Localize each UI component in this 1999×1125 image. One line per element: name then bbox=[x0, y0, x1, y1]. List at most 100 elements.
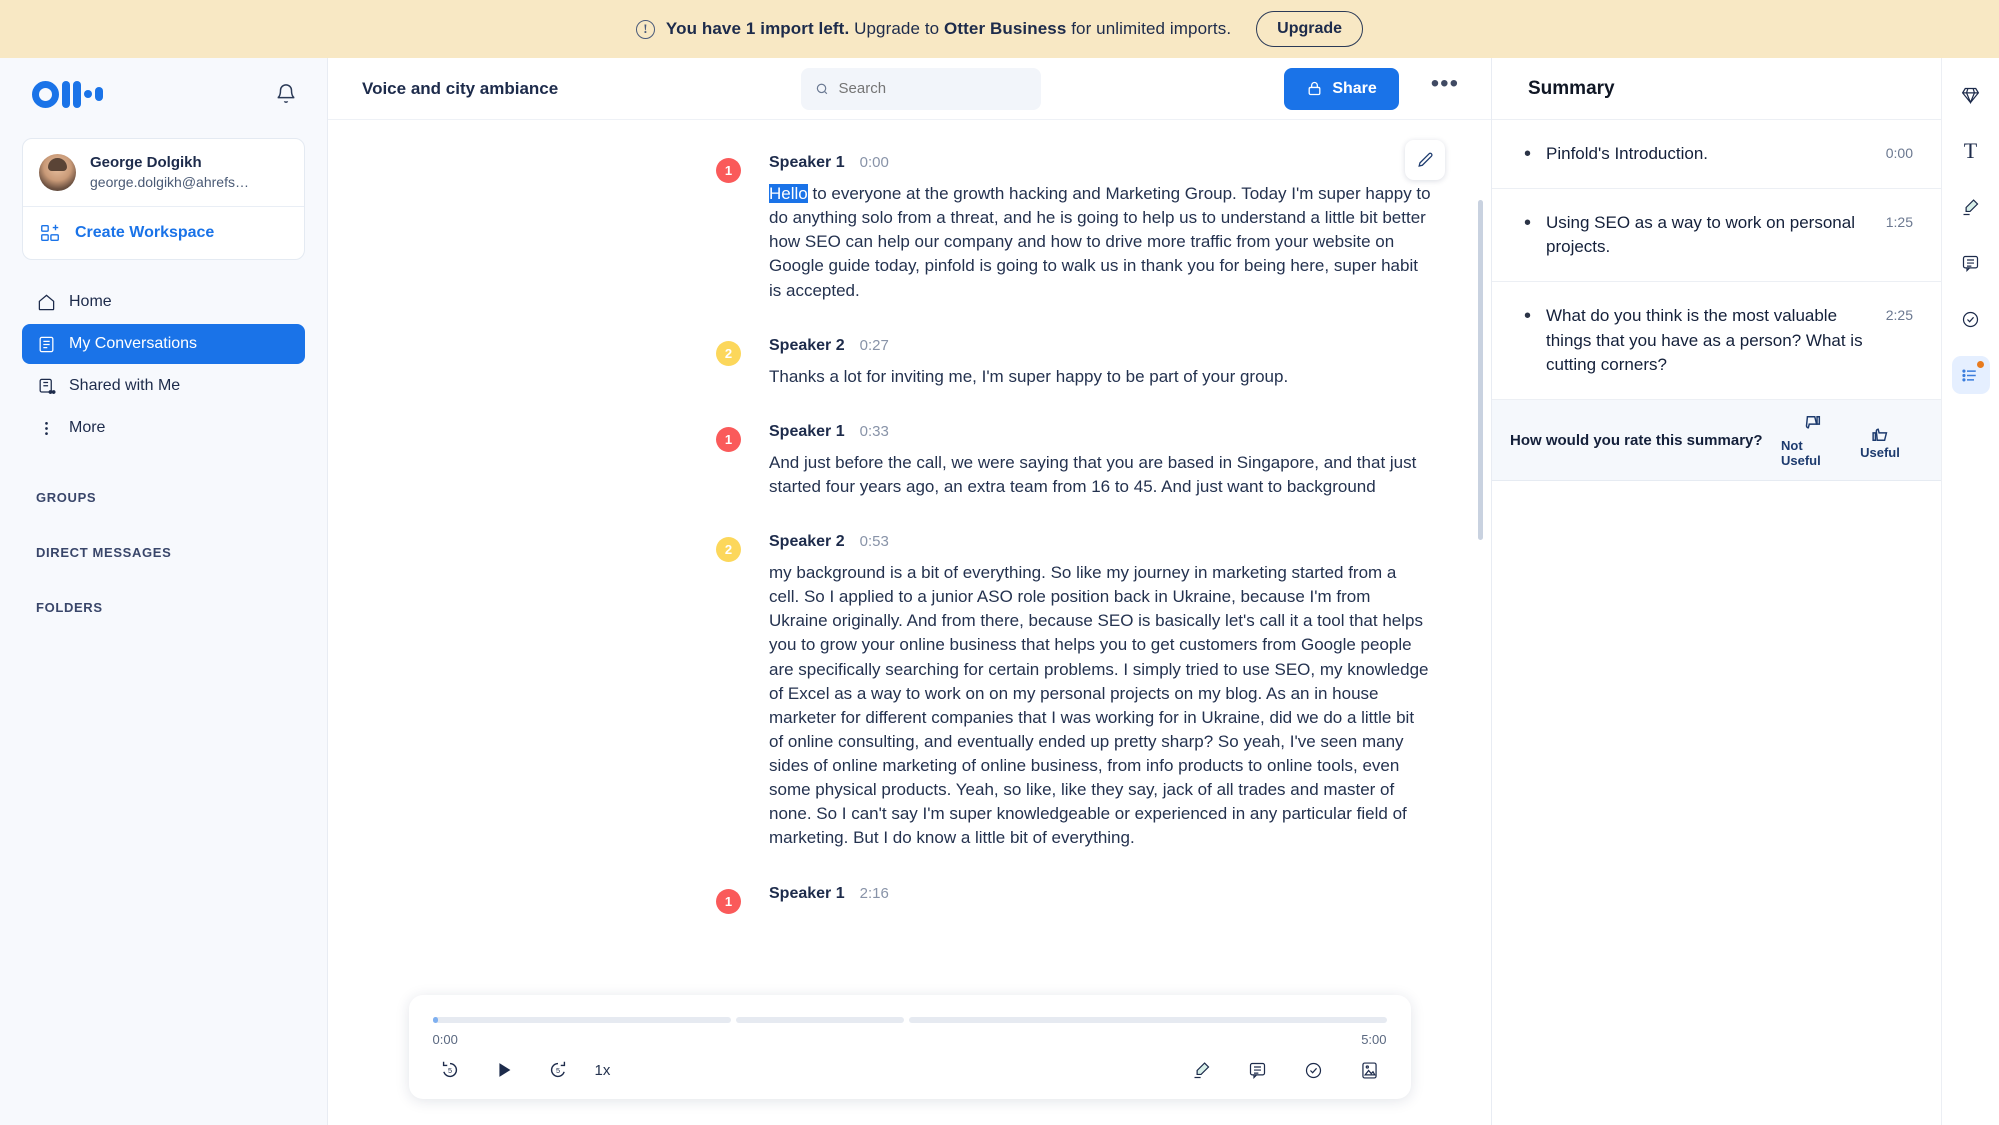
segment-text-rest: to everyone at the growth hacking and Ma… bbox=[769, 184, 1431, 300]
transcript-segment[interactable]: 1 Speaker 1 0:33 And just before the cal… bbox=[716, 423, 1431, 499]
upgrade-button[interactable]: Upgrade bbox=[1256, 11, 1364, 47]
conversations-icon bbox=[36, 334, 56, 354]
svg-text:5: 5 bbox=[447, 1066, 451, 1075]
transcript-segment[interactable]: 1 Speaker 1 2:16 bbox=[716, 885, 1431, 914]
useful-label: Useful bbox=[1860, 445, 1900, 461]
transcript-segment[interactable]: 2 Speaker 2 0:53 my background is a bit … bbox=[716, 533, 1431, 851]
segment-header: Speaker 2 0:27 bbox=[769, 337, 1431, 355]
segment-text[interactable]: And just before the call, we were saying… bbox=[769, 451, 1431, 499]
comment-icon[interactable] bbox=[1952, 244, 1990, 282]
segment-text[interactable]: Hello to everyone at the growth hacking … bbox=[769, 182, 1431, 303]
sidebar-item-home-label: Home bbox=[69, 293, 112, 311]
track-segment-3[interactable] bbox=[908, 1017, 1387, 1023]
segment-timestamp[interactable]: 0:27 bbox=[860, 337, 889, 354]
sidebar-item-my-conversations[interactable]: My Conversations bbox=[22, 324, 305, 365]
shared-icon bbox=[36, 376, 56, 396]
otter-logo[interactable] bbox=[22, 80, 103, 108]
sidebar-top bbox=[22, 58, 305, 120]
summary-panel: Summary • Pinfold's Introduction. 0:00 •… bbox=[1491, 58, 1941, 1125]
app-root: ! You have 1 import left. Upgrade to Ott… bbox=[0, 0, 1999, 1125]
bullet-icon: • bbox=[1524, 212, 1532, 235]
segment-text[interactable]: my background is a bit of everything. So… bbox=[769, 561, 1431, 851]
player-track[interactable] bbox=[432, 1017, 1387, 1023]
create-workspace-button[interactable]: Create Workspace bbox=[23, 207, 304, 259]
segment-body: Speaker 1 2:16 bbox=[769, 885, 1431, 914]
summary-item-time[interactable]: 1:25 bbox=[1886, 214, 1913, 230]
action-item-icon[interactable] bbox=[1297, 1053, 1331, 1087]
segment-body: Speaker 1 0:33 And just before the call,… bbox=[769, 423, 1431, 499]
summary-item[interactable]: • Pinfold's Introduction. 0:00 bbox=[1492, 120, 1941, 190]
notification-bell-icon[interactable] bbox=[275, 83, 305, 105]
sidebar-item-shared-with-me[interactable]: Shared with Me bbox=[22, 366, 305, 406]
banner-text-brand: Otter Business bbox=[944, 19, 1067, 38]
summary-item-time[interactable]: 0:00 bbox=[1886, 145, 1913, 161]
pencil-edit-icon[interactable] bbox=[1405, 140, 1445, 180]
text-format-icon[interactable]: T bbox=[1952, 132, 1990, 170]
banner-text-end: for unlimited imports. bbox=[1066, 19, 1232, 38]
user-profile-row[interactable]: George Dolgikh george.dolgikh@ahrefs… bbox=[23, 139, 304, 206]
sidebar-nav: Home My Conversations Shared with Me Mor… bbox=[22, 282, 305, 450]
logo-bar-1 bbox=[62, 80, 70, 108]
speaker-name[interactable]: Speaker 2 bbox=[769, 533, 845, 551]
bullet-icon: • bbox=[1524, 143, 1532, 165]
section-label-folders[interactable]: FOLDERS bbox=[22, 600, 305, 615]
play-icon[interactable] bbox=[487, 1053, 521, 1087]
thumbs-down-icon bbox=[1805, 415, 1821, 429]
player-time-row: 0:00 5:00 bbox=[433, 1032, 1387, 1047]
image-icon[interactable] bbox=[1353, 1053, 1387, 1087]
center-column: Voice and city ambiance Share bbox=[328, 58, 1491, 1125]
transcript-segment[interactable]: 1 Speaker 1 0:00 Hello to everyone at th… bbox=[716, 154, 1431, 303]
highlighter-icon[interactable] bbox=[1952, 188, 1990, 226]
speaker-name[interactable]: Speaker 1 bbox=[769, 154, 845, 172]
summary-item[interactable]: • Using SEO as a way to work on personal… bbox=[1492, 189, 1941, 283]
speaker-name[interactable]: Speaker 2 bbox=[769, 337, 845, 355]
segment-body: Speaker 2 0:27 Thanks a lot for inviting… bbox=[769, 337, 1431, 389]
forward-5-icon[interactable]: 5 bbox=[541, 1053, 575, 1087]
search-input[interactable] bbox=[838, 80, 1028, 97]
playback-speed-button[interactable]: 1x bbox=[595, 1062, 611, 1079]
segment-timestamp[interactable]: 0:53 bbox=[860, 533, 889, 550]
highlighted-word: Hello bbox=[769, 184, 808, 203]
segment-text[interactable]: Thanks a lot for inviting me, I'm super … bbox=[769, 365, 1431, 389]
segment-timestamp[interactable]: 0:00 bbox=[860, 154, 889, 171]
not-useful-button[interactable]: Not Useful bbox=[1781, 414, 1843, 468]
sidebar-item-more[interactable]: More bbox=[22, 408, 305, 448]
search-box[interactable] bbox=[801, 67, 1042, 110]
logo-bar-3 bbox=[95, 87, 103, 101]
segment-header: Speaker 1 0:33 bbox=[769, 423, 1431, 441]
search-wrap bbox=[578, 67, 1264, 110]
track-segment-1[interactable] bbox=[432, 1017, 731, 1023]
sidebar-item-home[interactable]: Home bbox=[22, 282, 305, 322]
speaker-name[interactable]: Speaker 1 bbox=[769, 423, 845, 441]
page-more-menu-button[interactable]: ••• bbox=[1419, 71, 1465, 99]
section-label-direct-messages[interactable]: DIRECT MESSAGES bbox=[22, 545, 305, 560]
thumbs-up-icon bbox=[1872, 428, 1888, 442]
sidebar-item-more-label: More bbox=[69, 419, 106, 437]
useful-button[interactable]: Useful bbox=[1849, 421, 1911, 460]
share-button[interactable]: Share bbox=[1284, 67, 1399, 110]
player-total-time: 5:00 bbox=[1361, 1032, 1387, 1047]
rewind-5-icon[interactable]: 5 bbox=[433, 1053, 467, 1087]
bullet-icon: • bbox=[1524, 305, 1532, 328]
comment-icon[interactable] bbox=[1241, 1053, 1275, 1087]
rating-question: How would you rate this summary? bbox=[1510, 432, 1763, 450]
track-segment-2[interactable] bbox=[735, 1017, 904, 1023]
summary-item-time[interactable]: 2:25 bbox=[1886, 307, 1913, 323]
alert-circle-icon: ! bbox=[635, 19, 655, 39]
audio-player: 0:00 5:00 5 5 1x bbox=[408, 995, 1411, 1099]
transcript-list: 1 Speaker 1 0:00 Hello to everyone at th… bbox=[328, 120, 1491, 1125]
gem-icon[interactable] bbox=[1952, 76, 1990, 114]
transcript-segment[interactable]: 2 Speaker 2 0:27 Thanks a lot for inviti… bbox=[716, 337, 1431, 389]
segment-timestamp[interactable]: 2:16 bbox=[860, 885, 889, 902]
segment-timestamp[interactable]: 0:33 bbox=[860, 423, 889, 440]
summary-item[interactable]: • What do you think is the most valuable… bbox=[1492, 282, 1941, 400]
highlighter-icon[interactable] bbox=[1185, 1053, 1219, 1087]
speaker-name[interactable]: Speaker 1 bbox=[769, 885, 845, 903]
player-current-time: 0:00 bbox=[432, 1032, 458, 1047]
banner-text-bold: You have 1 import left. bbox=[665, 19, 850, 38]
action-item-icon[interactable] bbox=[1952, 300, 1990, 338]
summary-list-icon[interactable] bbox=[1951, 356, 1990, 394]
share-button-label: Share bbox=[1332, 79, 1377, 97]
section-label-groups[interactable]: GROUPS bbox=[22, 490, 305, 505]
body-row: George Dolgikh george.dolgikh@ahrefs… Cr… bbox=[0, 58, 1999, 1125]
